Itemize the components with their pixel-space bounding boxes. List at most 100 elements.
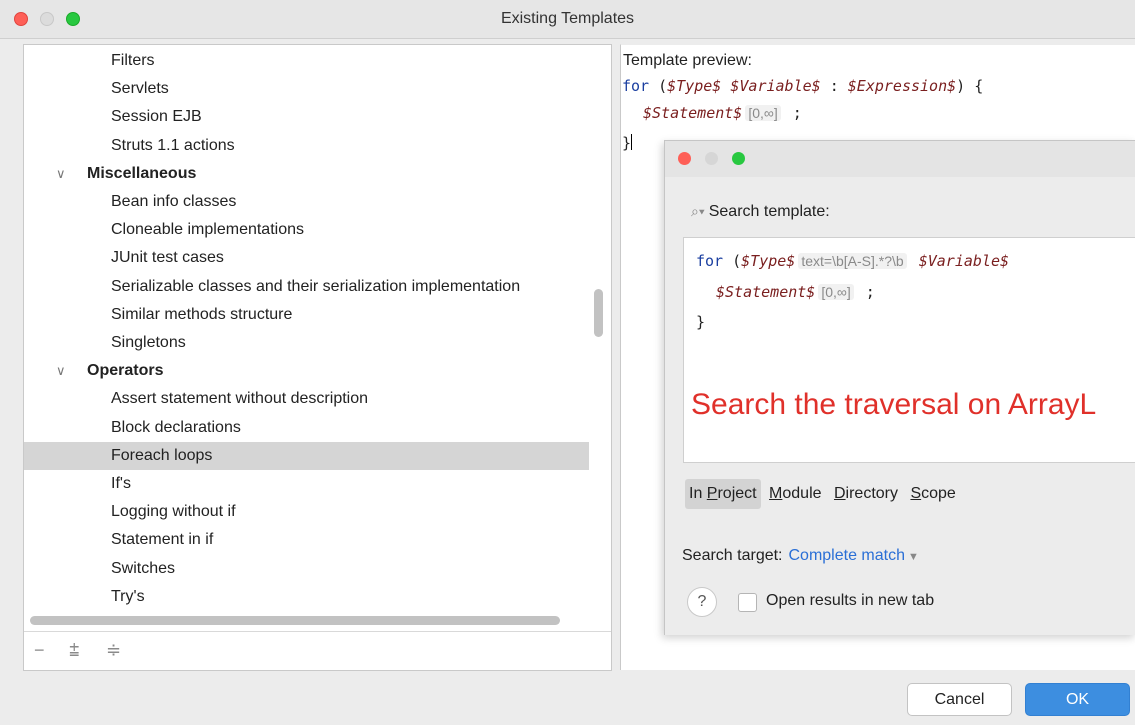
cancel-button[interactable]: Cancel — [907, 683, 1012, 716]
tree-item[interactable]: Filters — [24, 47, 589, 75]
ok-button[interactable]: OK — [1025, 683, 1130, 716]
code-variable: $Variable$ — [730, 77, 821, 95]
dialog-minimize-icon[interactable] — [705, 152, 718, 165]
tree-item[interactable]: Bean info classes — [24, 188, 589, 216]
dialog-titlebar — [665, 141, 1135, 177]
count-constraint: [0,∞] — [818, 284, 854, 300]
vertical-scrollbar[interactable] — [594, 289, 603, 337]
count-constraint: [0,∞] — [745, 105, 781, 121]
preview-code-line-1: for ($Type$ $Variable$ : $Expression$) { — [622, 77, 983, 95]
open-in-new-tab-label[interactable]: Open results in new tab — [766, 592, 934, 610]
tree-item[interactable]: Serializable classes and their serializa… — [24, 273, 589, 301]
search-target-row: Search target: Complete match ▼ — [682, 547, 919, 565]
scope-module[interactable]: Module — [765, 479, 825, 509]
tree-item[interactable]: Singletons — [24, 329, 589, 357]
editor-code-line-3: } — [696, 313, 705, 331]
editor-code-line-2: $Statement$ [0,∞] ; — [716, 283, 875, 301]
tree-item[interactable]: Servlets — [24, 75, 589, 103]
window-titlebar: Existing Templates — [0, 0, 1135, 39]
search-icon[interactable]: ⌕▾ — [691, 203, 705, 219]
tree-item-label: Bean info classes — [111, 193, 237, 210]
scope-in-project[interactable]: In Project — [685, 479, 761, 509]
preview-code-line-2: $Statement$ [0,∞] ; — [643, 104, 802, 122]
search-template-text: Search template: — [708, 203, 830, 220]
collapse-minus-icon[interactable]: − — [34, 640, 45, 661]
tree-item[interactable]: Struts 1.1 actions — [24, 132, 589, 160]
code-keyword: for — [622, 77, 650, 95]
window-title: Existing Templates — [500, 10, 635, 27]
dialog-close-icon[interactable] — [678, 152, 691, 165]
code-variable: $Statement$ — [716, 283, 816, 301]
text-constraint: text=\b[A-S].*?\b — [798, 253, 907, 269]
code-variable: $Expression$ — [847, 77, 957, 95]
dropdown-caret-icon[interactable]: ▼ — [908, 551, 919, 563]
code-brace: } — [696, 313, 706, 331]
tree-item[interactable]: Statement in if — [24, 526, 589, 554]
tree-toolbar: − ⩲ ≑ — [24, 631, 611, 670]
search-template-editor[interactable]: for ($Type$ text=\b[A-S].*?\b $Variable$ … — [683, 237, 1135, 463]
code-variable: $Type$ — [667, 77, 722, 95]
tree-item-label: Miscellaneous — [87, 164, 197, 182]
scope-selector: In Project Module Directory Scope — [685, 479, 960, 511]
code-paren: ) { — [956, 77, 984, 95]
code-colon: : — [820, 77, 848, 95]
tree-item[interactable]: JUnit test cases — [24, 244, 589, 272]
tree-item-label: Singletons — [111, 334, 186, 351]
tree-item-label: Statement in if — [111, 531, 214, 549]
tree-item[interactable]: Logging without if — [24, 498, 589, 526]
tree-item-label: Block declarations — [111, 418, 241, 436]
tree-item-label: Switches — [111, 559, 176, 577]
collapse-all-icon[interactable]: ≑ — [106, 640, 121, 661]
preview-code-line-3: } — [622, 134, 633, 152]
tree-item[interactable]: Try's — [24, 583, 589, 611]
tree-item[interactable]: Session EJB — [24, 103, 589, 131]
tree-category[interactable]: ∨ Operators — [24, 357, 589, 385]
tree-item-label: Operators — [87, 362, 164, 380]
tree-item[interactable]: If's — [24, 470, 589, 498]
code-keyword: for — [696, 252, 724, 270]
code-brace: } — [622, 134, 632, 152]
tree-item-label: Try's — [111, 587, 145, 605]
tree-item-label: Similar methods structure — [111, 305, 293, 323]
templates-tree-panel: Filters Servlets Session EJB Struts 1.1 act… — [23, 44, 612, 671]
code-variable: $Variable$ — [918, 252, 1010, 270]
tree-item-label: Cloneable implementations — [111, 221, 304, 239]
horizontal-scrollbar[interactable] — [30, 616, 560, 625]
search-target-label: Search target: — [682, 547, 783, 564]
tree-item[interactable]: Cloneable implementations — [24, 216, 589, 244]
scope-scope[interactable]: Scope — [906, 479, 959, 509]
expand-all-icon[interactable]: ⩲ — [69, 640, 80, 661]
tree-item[interactable]: Block declarations — [24, 414, 589, 442]
tree-item[interactable]: Similar methods structure — [24, 301, 589, 329]
editor-code-line-1: for ($Type$ text=\b[A-S].*?\b $Variable$ — [696, 252, 1009, 270]
code-semicolon: ; — [856, 283, 875, 301]
tree-item-label: Servlets — [111, 80, 169, 98]
tree-item-label: Foreach loops — [111, 446, 213, 464]
code-semicolon: ; — [783, 104, 802, 122]
help-button[interactable]: ? — [687, 587, 717, 617]
annotation-text: Search the traversal on ArrayL — [691, 388, 1097, 421]
tree-item-label: Struts 1.1 actions — [111, 136, 235, 154]
template-preview-label: Template preview: — [623, 52, 752, 69]
structural-search-dialog: ⌕▾ Search template: for ($Type$ text=\b[A-… — [664, 140, 1135, 635]
code-paren: ( — [649, 77, 668, 95]
tree-item[interactable]: Switches — [24, 555, 589, 583]
search-target-dropdown[interactable]: Complete match — [789, 547, 906, 564]
templates-tree: Filters Servlets Session EJB Struts 1.1 act… — [24, 45, 589, 625]
open-in-new-tab-checkbox[interactable] — [738, 593, 757, 612]
chevron-down-icon[interactable]: ∨ — [56, 160, 66, 188]
tree-item[interactable]: Assert statement without description — [24, 385, 589, 413]
tree-item-label: Logging without if — [111, 503, 236, 521]
tree-item-label: Session EJB — [111, 108, 202, 126]
tree-item-label: Serializable classes and their serializa… — [111, 277, 521, 295]
search-template-label: ⌕▾ Search template: — [691, 203, 830, 221]
dialog-zoom-icon[interactable] — [732, 152, 745, 165]
code-variable: $Statement$ — [643, 104, 743, 122]
chevron-down-icon[interactable]: ∨ — [56, 357, 66, 385]
code-paren: ( — [723, 252, 742, 270]
tree-item-label: Filters — [111, 52, 155, 69]
tree-item[interactable]: Foreach loops — [24, 441, 589, 470]
tree-category[interactable]: ∨ Miscellaneous — [24, 160, 589, 188]
tree-item-label: JUnit test cases — [111, 249, 224, 267]
scope-directory[interactable]: Directory — [830, 479, 902, 509]
